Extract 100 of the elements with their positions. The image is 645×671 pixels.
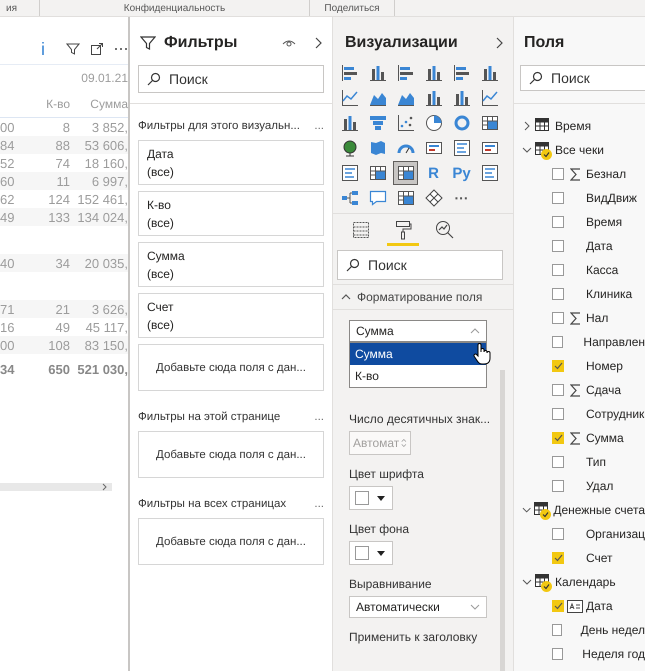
column-chart-icon [452,89,470,107]
table-cell-text: 00 [0,338,16,352]
checkbox[interactable] [552,312,564,324]
collapse-pane-icon[interactable] [495,37,503,49]
checkbox[interactable] [552,552,564,564]
table-node[interactable]: Время [522,114,645,138]
table-node[interactable]: Денежные счета [522,498,645,522]
search-field[interactable]: Поиск [337,250,503,280]
speech-bubble-icon [368,189,386,207]
field-item[interactable]: Время [522,210,645,234]
column-chart-icon [424,64,442,82]
field-item[interactable]: Сдача [522,378,645,402]
checkbox[interactable] [552,408,564,420]
field-item[interactable]: Неделя год [522,642,645,666]
filter-card[interactable]: Счет (все) [138,293,324,338]
filter-card[interactable]: Дата (все) [138,140,324,185]
table-cell-text: 45 117, [84,320,128,334]
column-chart-icon [368,64,386,82]
table-cell-text: 40 [0,256,16,270]
checkbox[interactable] [552,480,564,492]
filter-field-name: Сумма [147,249,186,263]
color-picker-button[interactable] [349,486,393,510]
visual-type-button[interactable]: ··· [449,186,474,210]
filter-card[interactable]: Сумма (все) [138,242,324,287]
field-label: Цвет фона [349,522,410,536]
checkbox[interactable] [552,336,564,348]
search-field[interactable]: Поиск [520,65,645,91]
checkbox[interactable] [552,264,564,276]
field-item[interactable]: Дата [522,594,645,618]
visual-type-button[interactable] [393,161,418,185]
checkbox[interactable] [552,288,564,300]
drop-zone[interactable]: Добавьте сюда поля с дан... [138,518,324,565]
table-cell-text: 60 [0,174,16,188]
field-item[interactable]: ВидДвиж [522,186,645,210]
field-dropdown[interactable]: Сумма [349,320,487,342]
field-item[interactable]: Нал [522,306,645,330]
field-item[interactable]: Удал [522,474,645,498]
dropdown-option[interactable]: К-во [350,365,486,387]
visual-title: i [41,38,46,60]
checkbox[interactable] [552,168,564,180]
table-node[interactable]: Все чеки [522,138,645,162]
field-item[interactable]: Клиника [522,282,645,306]
field-item[interactable]: Направлен [522,330,645,354]
map-icon [368,139,386,157]
table-node[interactable]: Календарь [522,570,645,594]
field-item[interactable]: Касса [522,258,645,282]
checkbox[interactable] [552,384,564,396]
donut-chart-icon [452,114,470,132]
field-item[interactable]: Дата [522,234,645,258]
checkbox[interactable] [552,216,564,228]
checkbox[interactable] [552,360,564,372]
more-options-button[interactable]: ... [314,411,324,423]
checkbox[interactable] [552,600,564,612]
vertical-scrollbar[interactable] [500,370,505,671]
field-item[interactable]: Сумма [522,426,645,450]
chevron-icon [470,604,480,610]
table-cell-text: 124 [47,192,71,206]
field-item[interactable]: Организац [522,522,645,546]
field-item[interactable]: Счет [522,546,645,570]
filter-card[interactable]: К-во (все) [138,191,324,236]
table-cell-text: 49 [0,210,16,224]
checkbox[interactable] [552,192,564,204]
section-header[interactable]: Форматирование поля [333,284,513,310]
table-cell-text: 83 150, [84,338,128,352]
dropdown-option[interactable]: Сумма [350,343,486,365]
line-chart-icon [340,89,358,107]
field-item[interactable]: Сотрудник [522,402,645,426]
drop-zone[interactable]: Добавьте сюда поля с дан... [138,431,324,478]
checkbox[interactable] [552,624,562,636]
sigma-icon [570,168,580,180]
table-cell-text: 133 [47,210,71,224]
table-cell-text: 00 [0,120,16,134]
field-label: Применить к заголовку [349,630,478,644]
collapse-pane-icon[interactable] [314,37,322,49]
scroll-right-icon[interactable] [102,483,108,491]
checkbox[interactable] [552,456,564,468]
dashed-grid-icon [351,220,371,240]
field-item[interactable]: Безнал [522,162,645,186]
tree-icon [340,189,358,207]
field-item[interactable]: Тип [522,450,645,474]
more-options-icon[interactable] [114,47,128,51]
checkbox[interactable] [552,648,563,660]
more-options-button[interactable]: ... [314,498,324,510]
column-chart-icon [480,64,498,82]
color-picker-button[interactable] [349,541,393,565]
calendar-hierarchy-icon [567,600,583,612]
caret-icon [377,550,385,556]
checkbox[interactable] [552,528,564,540]
field-item[interactable]: День недел [522,618,645,642]
more-options-button[interactable]: ... [314,120,324,132]
drop-zone[interactable]: Добавьте сюда поля с дан... [138,344,324,391]
checkbox[interactable] [552,432,564,444]
field-item[interactable]: Номер [522,354,645,378]
alignment-dropdown[interactable]: Автоматически [349,596,487,618]
horizontal-scrollbar[interactable] [0,483,112,491]
focus-mode-icon[interactable] [90,42,104,56]
search-field[interactable]: Поиск [138,65,324,93]
eye-icon[interactable] [282,38,296,48]
checkbox[interactable] [552,240,564,252]
filter-icon[interactable] [66,42,80,56]
